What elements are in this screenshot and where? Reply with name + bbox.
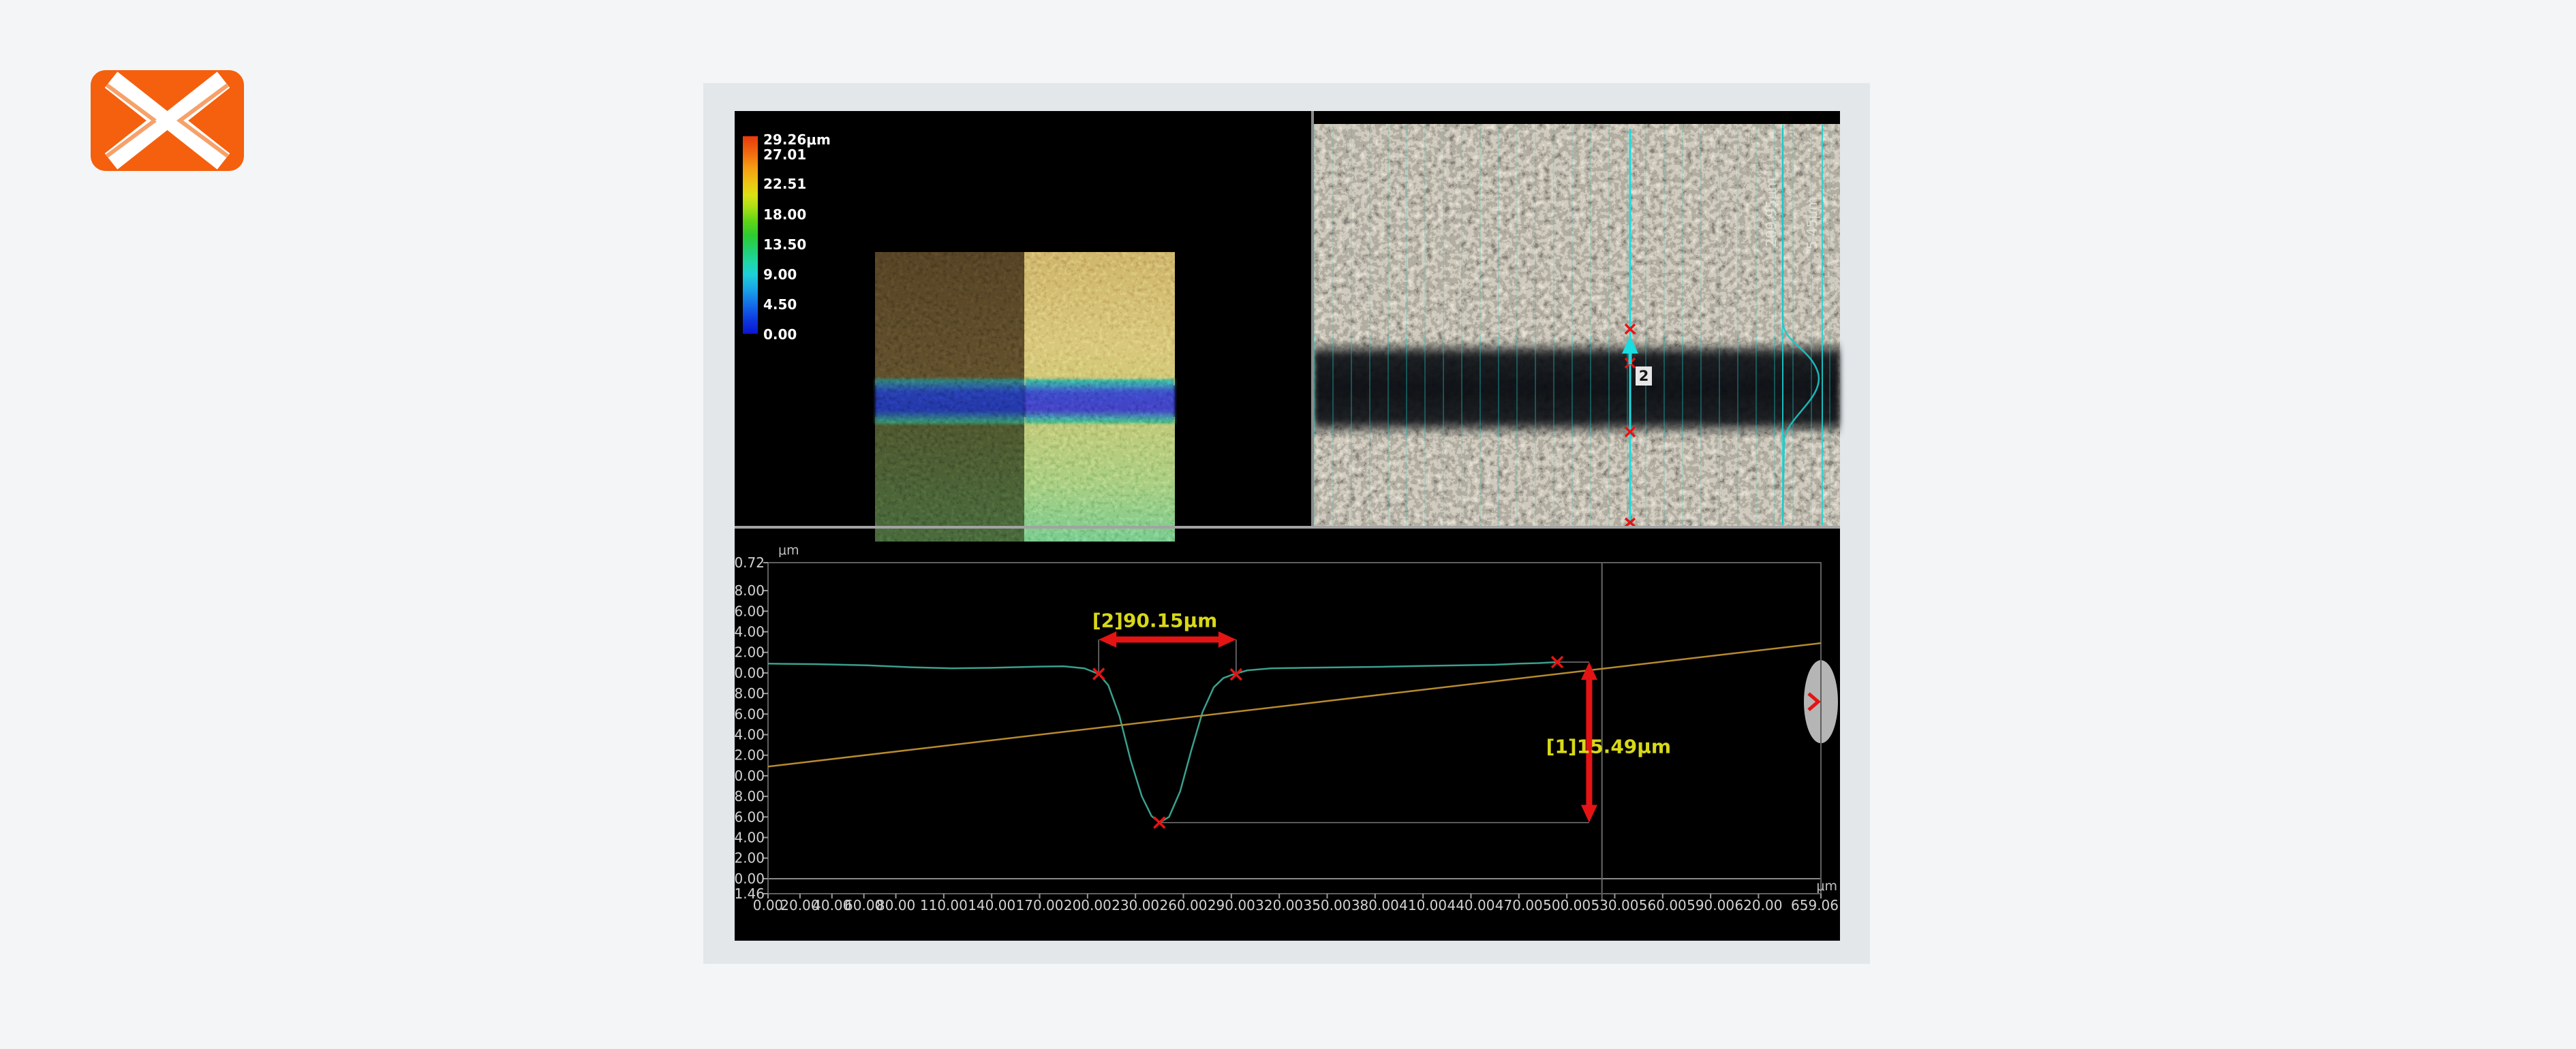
y-tick-label: 18.00: [735, 685, 765, 702]
color-scale-label: 4.50: [763, 296, 797, 313]
viewer-panel: 29.26μm27.01 22.51 18.00 13.50 9.00 4.50 0.00: [703, 83, 1870, 964]
color-scale-label: 29.26μm: [763, 131, 831, 148]
plot-border: [768, 563, 1821, 894]
x-tick-label: 80.00: [876, 897, 915, 913]
viewer-canvas: 29.26μm27.01 22.51 18.00 13.50 9.00 4.50 0.00: [735, 111, 1840, 941]
surface-profile[interactable]: [768, 662, 1557, 823]
y-tick-label: 8.00: [735, 788, 765, 804]
x-tick-label: 659.06: [1791, 897, 1839, 913]
x-tick-label: 230.00: [1111, 897, 1159, 913]
x-tick-label: 590.00: [1687, 897, 1734, 913]
x-tick-label: 500.00: [1543, 897, 1591, 913]
y-tick-label: 12.00: [735, 747, 765, 764]
color-scale-label: 18.00: [763, 206, 806, 223]
app-logo: [91, 70, 244, 171]
y-tick-label: 20.00: [735, 665, 765, 681]
y-tick-label: 30.72: [735, 554, 765, 571]
page: 29.26μm27.01 22.51 18.00 13.50 9.00 4.50 0.00: [0, 0, 2576, 1049]
edge-distance-label: 209.95μm: [1763, 131, 1778, 247]
x-tick-label: 200.00: [1064, 897, 1111, 913]
color-scale-label: 22.51: [763, 176, 806, 192]
color-scale-label: 0.00: [763, 326, 797, 343]
vertical-divider: [1311, 111, 1314, 526]
color-scale-label: 13.50: [763, 236, 806, 253]
y-axis-unit: μm: [778, 543, 799, 558]
y-tick-label: 26.00: [735, 603, 765, 619]
x-axis-unit: μm: [1816, 879, 1837, 894]
y-tick-label: 16.00: [735, 706, 765, 722]
arrowhead-right-icon: [1218, 631, 1236, 648]
x-tick-label: 410.00: [1399, 897, 1447, 913]
y-tick-label: -1.46: [735, 886, 765, 902]
x-tick-label: 620.00: [1734, 897, 1782, 913]
arrowhead-down-icon: [1581, 805, 1597, 823]
measurement-label: [2]90.15μm: [1092, 610, 1217, 632]
surface-image-view[interactable]: 209.95μm 5.45μm 2: [1314, 111, 1840, 526]
surface-measure-overlay[interactable]: [1314, 111, 1840, 526]
y-tick-label: 22.00: [735, 644, 765, 661]
color-scale-label: 27.01: [763, 146, 806, 163]
color-scale-bar: [743, 136, 758, 334]
arrowhead-left-icon: [1099, 631, 1116, 648]
x-tick-label: 110.00: [920, 897, 968, 913]
y-tick-label: 2.00: [735, 850, 765, 866]
height-map-grain-texture: [875, 252, 1175, 542]
y-tick-label: 0.00: [735, 871, 765, 887]
y-tick-label: 4.00: [735, 830, 765, 846]
x-tick-label: 290.00: [1208, 897, 1255, 913]
x-tick-label: 380.00: [1351, 897, 1399, 913]
y-tick-label: 14.00: [735, 727, 765, 743]
color-scale-label: 9.00: [763, 266, 797, 283]
x-tick-label: 530.00: [1591, 897, 1638, 913]
height-map-view[interactable]: 29.26μm27.01 22.51 18.00 13.50 9.00 4.50 0.00: [735, 111, 1311, 526]
y-tick-label: 24.00: [735, 623, 765, 640]
x-tick-label: 440.00: [1447, 897, 1494, 913]
direction-arrow-icon: [1622, 336, 1638, 364]
x-tick-label: 470.00: [1495, 897, 1543, 913]
x-tick-label: 320.00: [1255, 897, 1303, 913]
x-tick-label: 260.00: [1160, 897, 1208, 913]
edge-width-label: 5.45μm: [1804, 134, 1819, 249]
y-tick-label: 10.00: [735, 768, 765, 784]
measurement-label: [1]15.49μm: [1546, 736, 1671, 758]
x-tick-label: 350.00: [1303, 897, 1351, 913]
height-map-image[interactable]: [875, 252, 1175, 542]
logo-chevrons-icon: [91, 70, 244, 171]
y-tick-label: 6.00: [735, 809, 765, 825]
x-tick-label: 140.00: [968, 897, 1015, 913]
x-tick-label: 560.00: [1639, 897, 1687, 913]
y-tick-label: 28.00: [735, 582, 765, 599]
profile-chart[interactable]: 0.0020.0040.0060.0080.00110.00140.00170.…: [735, 529, 1840, 941]
measure-line-number-badge: 2: [1636, 366, 1652, 386]
x-tick-label: 170.00: [1016, 897, 1064, 913]
